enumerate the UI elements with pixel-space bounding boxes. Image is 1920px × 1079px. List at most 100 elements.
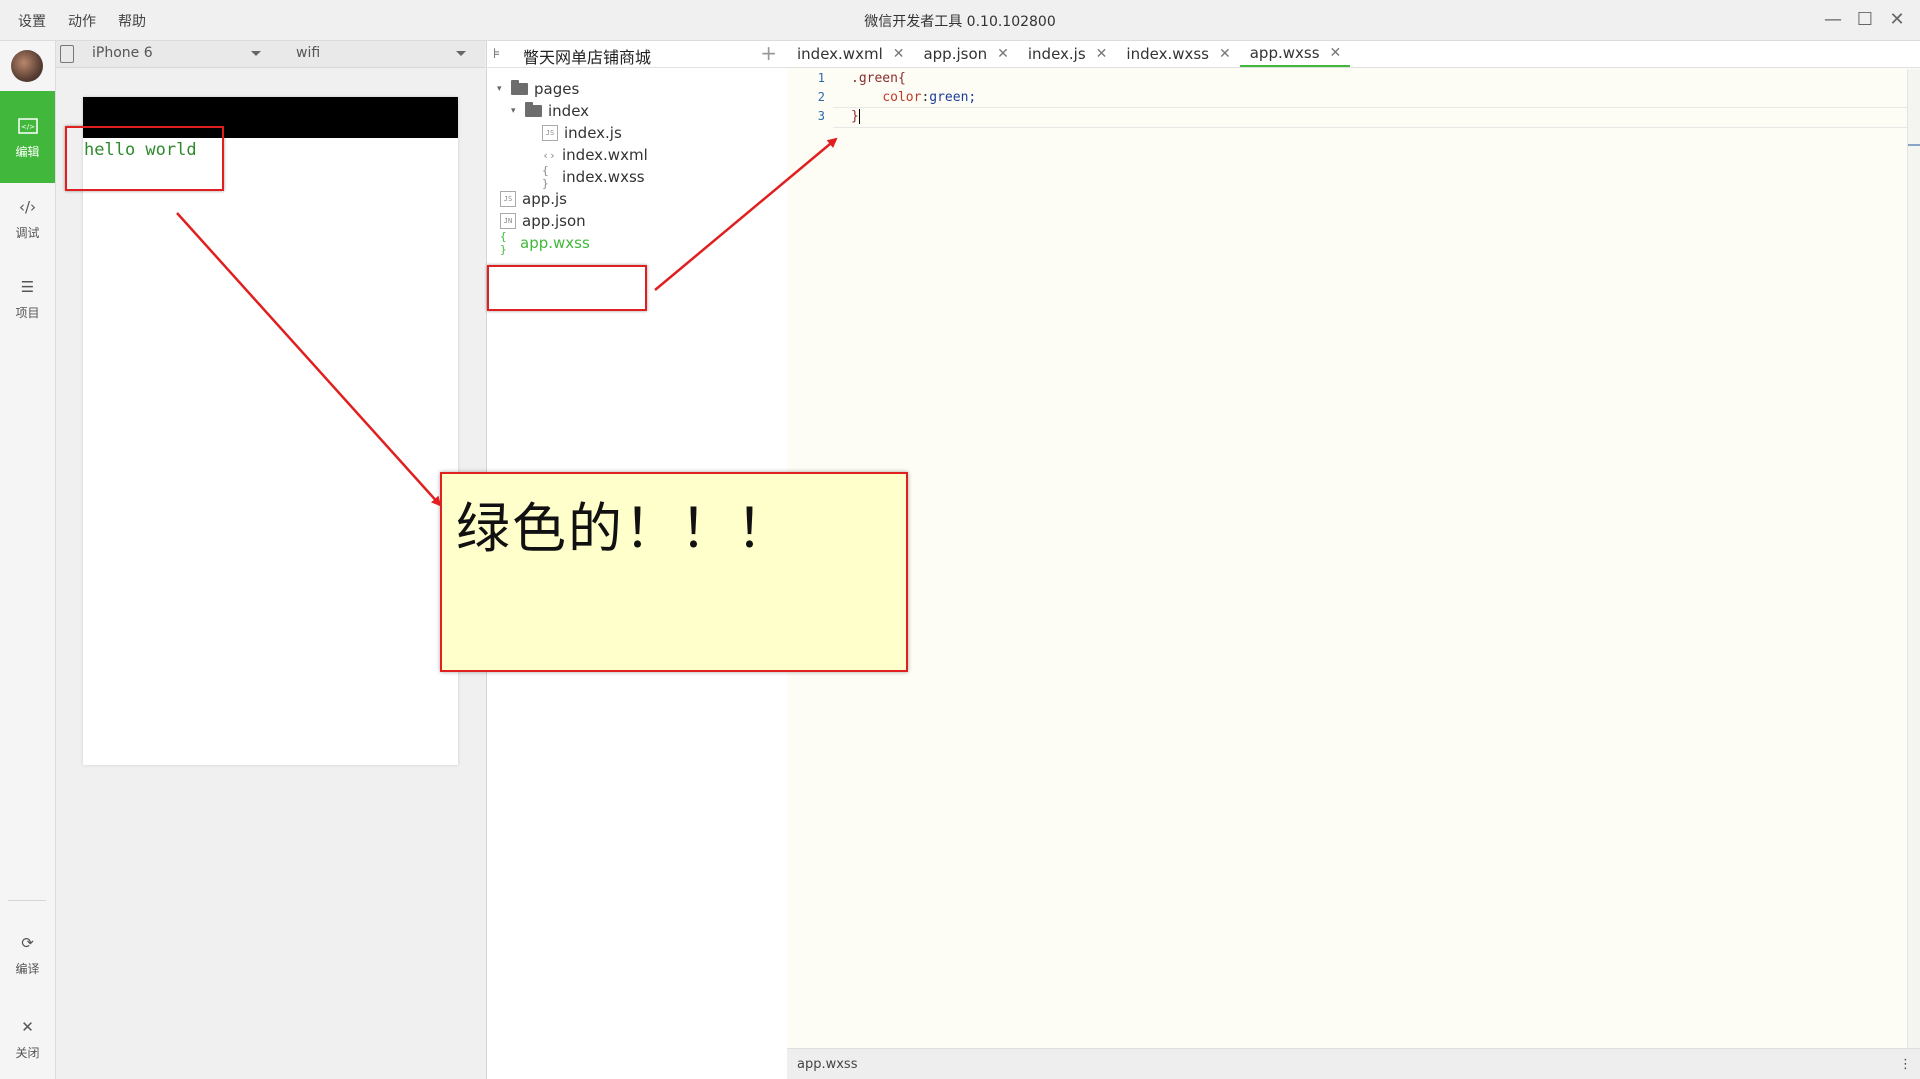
tree-structure-icon[interactable]: ⊧ xyxy=(493,46,500,62)
close-icon: ✕ xyxy=(21,1017,34,1036)
sidebar-item-label: 调试 xyxy=(15,225,40,240)
close-tab-icon[interactable]: ✕ xyxy=(1330,45,1342,61)
tree-file-index-wxss[interactable]: { } index.wxss xyxy=(542,164,645,190)
code-editor: index.wxml ✕ app.json ✕ index.js ✕ index.wx… xyxy=(787,41,1920,1079)
sidebar-item-compile[interactable]: ⟳ 编译 xyxy=(0,919,55,989)
close-window-icon[interactable]: ✕ xyxy=(1884,6,1910,32)
minimize-icon[interactable]: — xyxy=(1820,6,1846,32)
json-file-icon: JN xyxy=(500,213,516,229)
phone-icon[interactable] xyxy=(60,45,74,63)
scrollbar-position-marker xyxy=(1908,144,1920,146)
compile-icon: ⟳ xyxy=(21,933,34,952)
css-value: green; xyxy=(929,90,977,105)
sidebar-item-label: 编译 xyxy=(15,961,40,976)
close-tab-icon[interactable]: ✕ xyxy=(1096,46,1108,62)
svg-text:</>: </> xyxy=(20,123,34,131)
tree-folder-pages[interactable]: ▾ pages xyxy=(497,78,579,100)
closing-brace: } xyxy=(851,109,859,124)
project-header: ⊧ 瞥天网单店铺商城 + xyxy=(487,41,787,68)
tab-label: index.wxml xyxy=(797,45,883,63)
line-number: 1 xyxy=(817,71,825,85)
more-icon[interactable]: ⋮ xyxy=(1899,1057,1912,1072)
list-icon: ☰ xyxy=(20,277,35,296)
js-file-icon: JS xyxy=(500,191,516,207)
tree-label: pages xyxy=(534,80,580,98)
vertical-scrollbar[interactable] xyxy=(1907,69,1920,1049)
code-line-1[interactable]: .green{ xyxy=(851,69,976,88)
avatar[interactable] xyxy=(11,50,43,82)
tree-file-app-js[interactable]: JS app.js xyxy=(500,188,567,210)
title-bar: 设置 动作 帮助 微信开发者工具 0.10.102800 — ☐ ✕ xyxy=(0,0,1920,41)
line-number: 3 xyxy=(817,109,825,123)
window-controls: — ☐ ✕ xyxy=(1820,6,1910,32)
annotation-box-hello xyxy=(65,126,224,191)
tab-app-wxss[interactable]: app.wxss ✕ xyxy=(1239,41,1351,67)
maximize-icon[interactable]: ☐ xyxy=(1852,6,1878,32)
expand-arrow-icon[interactable]: ▾ xyxy=(497,84,511,94)
code-line-3[interactable]: } xyxy=(851,107,976,126)
tree-file-index-js[interactable]: JS index.js xyxy=(542,122,622,144)
tab-app-json[interactable]: app.json ✕ xyxy=(913,41,1017,67)
markup-file-icon: ‹› xyxy=(542,148,556,162)
close-tab-icon[interactable]: ✕ xyxy=(1219,46,1231,62)
add-icon[interactable]: + xyxy=(760,41,777,65)
phone-screen: hello world xyxy=(83,97,458,765)
expand-arrow-icon[interactable]: ▾ xyxy=(511,106,525,116)
status-file-name: app.wxss xyxy=(797,1057,858,1072)
folder-icon xyxy=(525,102,542,117)
tree-label: app.js xyxy=(522,190,567,208)
chevron-down-icon[interactable] xyxy=(251,51,261,56)
tree-folder-index[interactable]: ▾ index xyxy=(511,100,589,122)
sidebar-item-edit[interactable]: </> 编辑 xyxy=(0,91,55,183)
line-numbers: 1 2 3 xyxy=(787,69,825,126)
network-select[interactable]: wifi xyxy=(296,45,320,61)
editor-tabs: index.wxml ✕ app.json ✕ index.js ✕ index.wx… xyxy=(787,41,1920,68)
tree-label: index.wxml xyxy=(562,146,648,164)
tab-label: app.json xyxy=(923,45,988,63)
sidebar-divider xyxy=(8,900,46,901)
tree-label: index.wxss xyxy=(562,168,645,186)
app-title: 微信开发者工具 0.10.102800 xyxy=(864,14,1056,30)
tab-index-wxml[interactable]: index.wxml ✕ xyxy=(787,41,913,67)
tab-index-js[interactable]: index.js ✕ xyxy=(1018,41,1117,67)
js-file-icon: JS xyxy=(542,125,558,141)
tab-label: index.wxss xyxy=(1126,45,1209,63)
code-line-2[interactable]: color:green; xyxy=(851,88,976,107)
sidebar-item-project[interactable]: ☰ 项目 xyxy=(0,263,55,333)
sidebar-item-label: 关闭 xyxy=(15,1045,40,1060)
tab-label: app.wxss xyxy=(1249,44,1320,62)
tree-label: app.json xyxy=(522,212,586,230)
code-brackets-icon: ‹/› xyxy=(18,197,37,216)
tab-index-wxss[interactable]: index.wxss ✕ xyxy=(1116,41,1239,67)
annotation-box-app-wxss xyxy=(487,265,647,311)
device-toolbar: iPhone 6 wifi xyxy=(56,41,485,68)
style-file-icon: { } xyxy=(542,164,549,190)
tree-file-app-json[interactable]: JN app.json xyxy=(500,210,586,232)
css-property: color xyxy=(882,90,922,105)
sidebar-item-debug[interactable]: ‹/› 调试 xyxy=(0,183,55,253)
folder-icon xyxy=(511,80,528,95)
device-select[interactable]: iPhone 6 xyxy=(92,45,153,61)
tab-label: index.js xyxy=(1027,45,1086,63)
close-tab-icon[interactable]: ✕ xyxy=(997,46,1009,62)
style-file-icon: { } xyxy=(500,230,507,256)
tree-label: index xyxy=(548,102,590,120)
chevron-down-icon[interactable] xyxy=(456,51,466,56)
tree-label: app.wxss xyxy=(520,234,590,252)
annotation-note-text: 绿色的！！！ xyxy=(456,497,792,560)
project-name: 瞥天网单店铺商城 xyxy=(523,48,652,67)
sidebar-item-label: 编辑 xyxy=(15,144,40,159)
sidebar-item-close[interactable]: ✕ 关闭 xyxy=(0,1003,55,1073)
tree-file-app-wxss[interactable]: { } app.wxss xyxy=(500,230,590,256)
code-content[interactable]: .green{ color:green; } xyxy=(851,69,976,126)
left-sidebar: </> 编辑 ‹/› 调试 ☰ 项目 ⟳ 编译 ✕ 关闭 xyxy=(0,41,56,1079)
close-tab-icon[interactable]: ✕ xyxy=(893,46,905,62)
tree-file-index-wxml[interactable]: ‹› index.wxml xyxy=(542,144,648,166)
sidebar-item-label: 项目 xyxy=(15,305,40,320)
simulator-area: hello world xyxy=(56,68,485,1079)
status-bar: app.wxss ⋮ xyxy=(787,1048,1920,1079)
code-box-icon: </> xyxy=(16,115,40,137)
current-line-highlight xyxy=(833,107,1920,128)
tree-label: index.js xyxy=(564,124,622,142)
text-cursor xyxy=(858,109,860,124)
